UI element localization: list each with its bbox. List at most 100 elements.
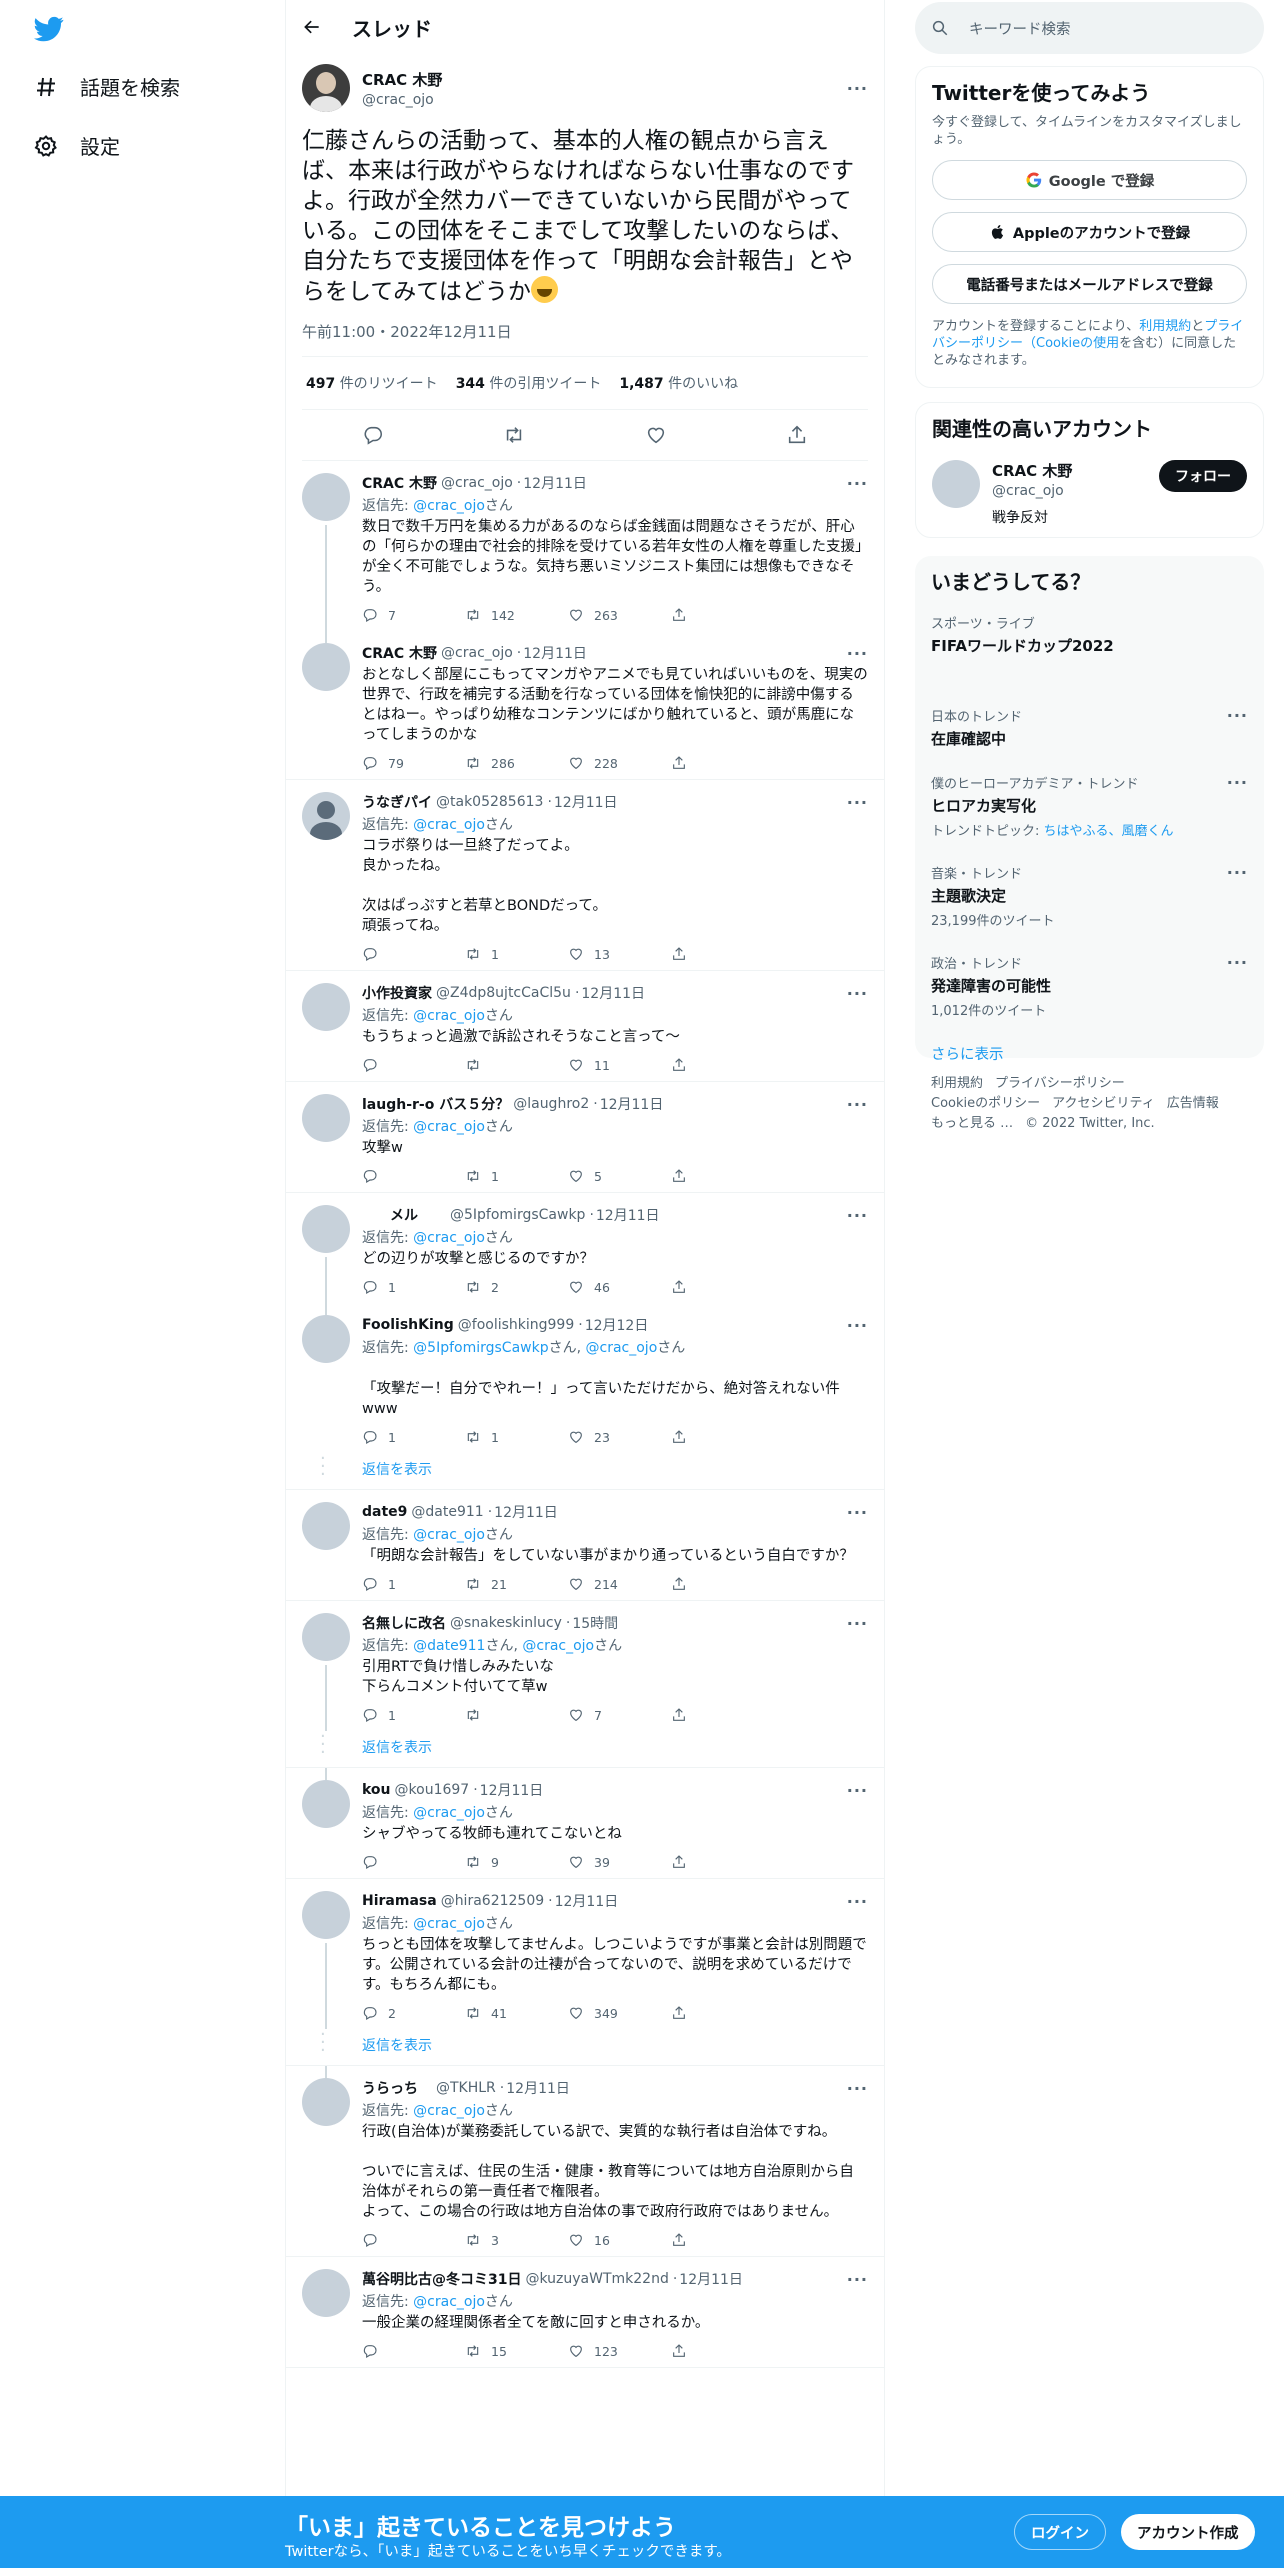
retweet-action[interactable]: 1 <box>465 1429 568 1445</box>
retweet-action[interactable]: 1 <box>465 1168 568 1184</box>
show-replies-link[interactable]: · · · 返信を表示 <box>286 1728 884 1768</box>
reply-tweet[interactable]: うなぎパイ @tak05285613 · 12月11日 ··· 返信先: @crac_oj… <box>286 780 884 971</box>
relevant-account-item[interactable]: CRAC 木野 @crac_ojo 戦争反対 フォロー <box>932 460 1247 527</box>
reply-action[interactable] <box>362 1057 465 1073</box>
author-name[interactable]: date9 <box>362 1504 407 1520</box>
tweet-date[interactable]: 12月11日 <box>523 473 587 493</box>
share-action[interactable] <box>671 2343 774 2359</box>
relevant-account-name[interactable]: CRAC 木野 <box>992 460 1072 481</box>
trend-topic-link[interactable]: ちはやふる、風磨くん <box>1044 824 1174 839</box>
share-action[interactable] <box>671 1057 774 1073</box>
more-options-icon[interactable]: ··· <box>847 1614 868 1633</box>
retweet-action[interactable]: 2 <box>465 1279 568 1295</box>
like-action[interactable]: 11 <box>568 1057 671 1073</box>
avatar[interactable] <box>932 460 980 508</box>
author-handle[interactable]: @5IpfomirgsCawkp <box>450 1207 585 1223</box>
more-options-icon[interactable]: ··· <box>847 474 868 493</box>
avatar[interactable] <box>302 1094 350 1142</box>
avatar[interactable] <box>302 2078 350 2126</box>
more-options-icon[interactable]: ··· <box>847 644 868 663</box>
reply-to-link[interactable]: @crac_ojo <box>413 817 485 833</box>
reply-to-link[interactable]: @crac_ojo <box>586 1340 658 1356</box>
reply-tweet[interactable]: CRAC 木野 @crac_ojo · 12月11日 ··· 返信先: @crac_ojo… <box>286 461 884 631</box>
reply-action[interactable]: 1 <box>362 1429 465 1445</box>
trend-item[interactable]: スポーツ・ライブ FIFAワールドカップ2022 <box>931 613 1248 656</box>
trend-item[interactable]: 日本のトレンド 在庫確認中 ··· <box>931 706 1248 749</box>
reply-to-link[interactable]: @date911 <box>413 1638 485 1654</box>
share-action[interactable] <box>671 1576 774 1592</box>
reply-to-link[interactable]: @crac_ojo <box>413 1008 485 1024</box>
signup-button[interactable]: アカウント作成 <box>1121 2514 1255 2550</box>
reply-tweet[interactable]: date9 @date911 · 12月11日 ··· 返信先: @crac_ojoさん「… <box>286 1490 884 1601</box>
author-name[interactable]: CRAC 木野 <box>362 473 437 493</box>
share-action[interactable] <box>671 2232 774 2248</box>
share-action[interactable] <box>671 1429 774 1445</box>
more-options-icon[interactable]: ··· <box>1227 863 1248 882</box>
tweet-date[interactable]: 12月11日 <box>555 1891 619 1911</box>
tweet-timestamp[interactable]: 午前11:00・2022年12月11日 <box>302 321 868 357</box>
tweet-date[interactable]: 12月11日 <box>554 792 618 812</box>
more-options-icon[interactable]: ··· <box>847 79 868 98</box>
like-action[interactable]: 16 <box>568 2232 671 2248</box>
reply-action[interactable]: 79 <box>362 755 465 771</box>
author-name[interactable]: Hiramasa <box>362 1893 437 1909</box>
author-handle[interactable]: @kou1697 <box>395 1782 470 1798</box>
like-action[interactable]: 23 <box>568 1429 671 1445</box>
footer-more[interactable]: もっと見る … <box>931 1116 1013 1131</box>
more-options-icon[interactable]: ··· <box>847 2079 868 2098</box>
relevant-account-handle[interactable]: @crac_ojo <box>992 483 1072 499</box>
share-action[interactable] <box>671 1168 774 1184</box>
share-action[interactable] <box>671 2005 774 2021</box>
share-action[interactable] <box>671 607 774 623</box>
more-options-icon[interactable]: ··· <box>847 793 868 812</box>
retweet-action[interactable]: 15 <box>465 2343 568 2359</box>
share-action[interactable] <box>671 1707 774 1723</box>
retweet-action[interactable]: 9 <box>465 1854 568 1870</box>
retweet-action[interactable]: 3 <box>465 2232 568 2248</box>
reply-action[interactable] <box>362 1854 465 1870</box>
like-action[interactable]: 46 <box>568 1279 671 1295</box>
reply-action[interactable] <box>362 2343 465 2359</box>
phone-email-signup-button[interactable]: 電話番号またはメールアドレスで登録 <box>932 264 1247 304</box>
author-name[interactable]: CRAC 木野 <box>362 69 442 90</box>
quote-count[interactable]: 344 件の引用ツイート <box>456 373 602 393</box>
author-handle[interactable]: @snakeskinlucy <box>450 1615 562 1631</box>
retweet-action[interactable]: 1 <box>465 946 568 962</box>
reply-to-link[interactable]: @crac_ojo <box>413 1916 485 1932</box>
avatar[interactable] <box>302 643 350 691</box>
retweet-action[interactable]: 142 <box>465 607 568 623</box>
reply-action[interactable]: 1 <box>362 1576 465 1592</box>
back-arrow-icon[interactable] <box>302 17 322 37</box>
author-handle[interactable]: @hira6212509 <box>441 1893 544 1909</box>
reply-icon[interactable] <box>362 424 384 446</box>
retweet-icon[interactable] <box>503 424 525 446</box>
terms-link[interactable]: 利用規約 <box>1139 319 1191 334</box>
avatar[interactable] <box>302 64 350 112</box>
reply-to-link[interactable]: @crac_ojo <box>413 1119 485 1135</box>
retweet-action[interactable]: 21 <box>465 1576 568 1592</box>
author-name[interactable]: メル <box>362 1205 446 1225</box>
tweet-date[interactable]: 12月11日 <box>600 1094 664 1114</box>
apple-signup-button[interactable]: Appleのアカウントで登録 <box>932 212 1247 252</box>
reply-tweet[interactable]: laugh-r-o バス５分？ @laughro2 · 12月11日 ··· 返信先: @… <box>286 1082 884 1193</box>
reply-to-link[interactable]: @crac_ojo <box>413 2294 485 2310</box>
follow-button[interactable]: フォロー <box>1159 460 1247 492</box>
retweet-action[interactable] <box>465 1057 568 1073</box>
author-name[interactable]: FoolishKing <box>362 1317 454 1333</box>
author-handle[interactable]: @tak05285613 <box>436 794 543 810</box>
more-options-icon[interactable]: ··· <box>1227 773 1248 792</box>
footer-privacy[interactable]: プライバシーポリシー <box>995 1076 1125 1091</box>
author-name[interactable]: laugh-r-o バス５分？ <box>362 1094 509 1114</box>
reply-action[interactable] <box>362 946 465 962</box>
reply-action[interactable] <box>362 1168 465 1184</box>
like-action[interactable]: 123 <box>568 2343 671 2359</box>
more-options-icon[interactable]: ··· <box>847 1892 868 1911</box>
like-count[interactable]: 1,487 件のいいね <box>619 373 738 393</box>
avatar[interactable] <box>302 1315 350 1363</box>
reply-tweet[interactable]: 小作投資家 @Z4dp8ujtcCaCl5u · 12月11日 ··· 返信先: @cra… <box>286 971 884 1082</box>
reply-to-link[interactable]: @5IpfomirgsCawkp <box>413 1340 548 1356</box>
author-name[interactable]: うなぎパイ <box>362 792 432 812</box>
avatar[interactable] <box>302 473 350 521</box>
like-action[interactable]: 39 <box>568 1854 671 1870</box>
reply-action[interactable]: 2 <box>362 2005 465 2021</box>
